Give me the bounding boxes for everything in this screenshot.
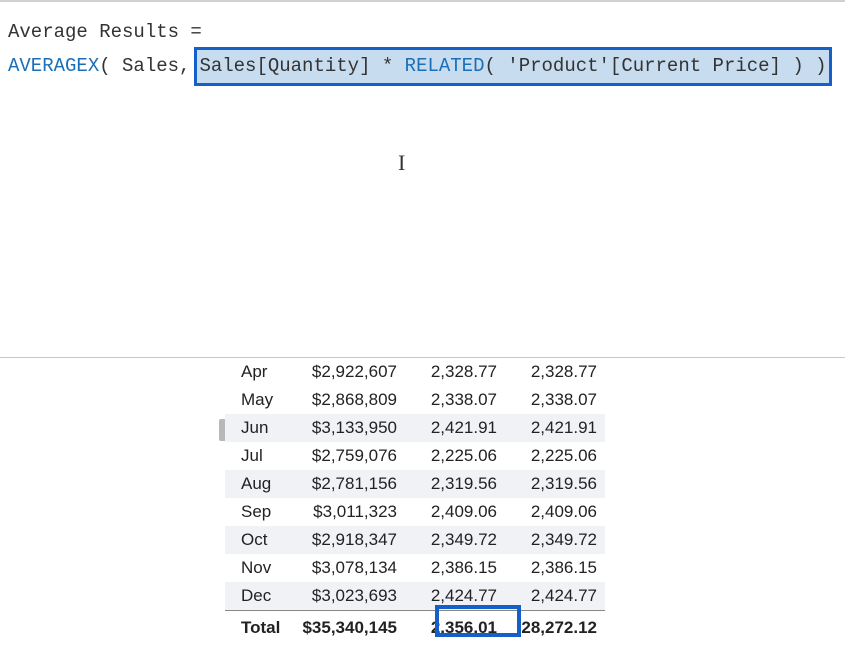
cell-total-value-1[interactable]: 2,356.01: [405, 611, 505, 643]
cell-month[interactable]: Jun: [225, 414, 290, 442]
cell-total-label[interactable]: Total: [225, 611, 290, 643]
cell-value-2[interactable]: 2,328.77: [505, 358, 605, 386]
cell-value-1[interactable]: 2,349.72: [405, 526, 505, 554]
table-row[interactable]: Jul$2,759,0762,225.062,225.06: [225, 442, 605, 470]
results-table: Apr$2,922,6072,328.772,328.77May$2,868,8…: [225, 358, 645, 642]
formula-function-related: RELATED: [405, 55, 485, 77]
cell-value-1[interactable]: 2,421.91: [405, 414, 505, 442]
table-row[interactable]: Nov$3,078,1342,386.152,386.15: [225, 554, 605, 582]
cell-value-1[interactable]: 2,409.06: [405, 498, 505, 526]
formula-measure-name: Average Results =: [8, 21, 202, 43]
cell-month[interactable]: Sep: [225, 498, 290, 526]
table-row[interactable]: May$2,868,8092,338.072,338.07: [225, 386, 605, 414]
formula-selection-highlight: Sales[Quantity] * RELATED( 'Product'[Cur…: [194, 47, 831, 85]
cell-amount[interactable]: $2,922,607: [290, 358, 405, 386]
cell-value-1[interactable]: 2,338.07: [405, 386, 505, 414]
cell-month[interactable]: Dec: [225, 582, 290, 611]
formula-expr-part2: ( 'Product'[Current Price] ) ): [485, 55, 827, 77]
cell-value-1[interactable]: 2,386.15: [405, 554, 505, 582]
cell-value-1[interactable]: 2,319.56: [405, 470, 505, 498]
cell-value-2[interactable]: 2,409.06: [505, 498, 605, 526]
table-row[interactable]: Dec$3,023,6932,424.772,424.77: [225, 582, 605, 611]
cell-value-1[interactable]: 2,328.77: [405, 358, 505, 386]
cell-month[interactable]: Aug: [225, 470, 290, 498]
cell-amount[interactable]: $2,781,156: [290, 470, 405, 498]
cell-value-2[interactable]: 2,421.91: [505, 414, 605, 442]
cell-value-1[interactable]: 2,225.06: [405, 442, 505, 470]
cell-total-value-2[interactable]: 28,272.12: [505, 611, 605, 643]
formula-line-1: Average Results =: [8, 17, 837, 47]
cell-value-2[interactable]: 2,424.77: [505, 582, 605, 611]
data-table: Apr$2,922,6072,328.772,328.77May$2,868,8…: [225, 358, 605, 642]
cell-amount[interactable]: $2,918,347: [290, 526, 405, 554]
table-row[interactable]: Aug$2,781,1562,319.562,319.56: [225, 470, 605, 498]
table-total-row[interactable]: Total$35,340,1452,356.0128,272.12: [225, 611, 605, 643]
cell-month[interactable]: Apr: [225, 358, 290, 386]
cell-value-2[interactable]: 2,319.56: [505, 470, 605, 498]
cell-month[interactable]: May: [225, 386, 290, 414]
formula-expr-part1: Sales[Quantity] *: [199, 55, 404, 77]
cell-amount[interactable]: $3,011,323: [290, 498, 405, 526]
cell-value-2[interactable]: 2,349.72: [505, 526, 605, 554]
cell-amount[interactable]: $2,759,076: [290, 442, 405, 470]
table-row[interactable]: Sep$3,011,3232,409.062,409.06: [225, 498, 605, 526]
cell-month[interactable]: Nov: [225, 554, 290, 582]
cell-value-2[interactable]: 2,225.06: [505, 442, 605, 470]
cell-value-1[interactable]: 2,424.77: [405, 582, 505, 611]
cell-amount[interactable]: $3,023,693: [290, 582, 405, 611]
cell-amount[interactable]: $3,078,134: [290, 554, 405, 582]
formula-args-open: ( Sales,: [99, 51, 190, 81]
table-row[interactable]: Jun$3,133,9502,421.912,421.91: [225, 414, 605, 442]
cell-month[interactable]: Jul: [225, 442, 290, 470]
cell-amount[interactable]: $3,133,950: [290, 414, 405, 442]
cell-value-2[interactable]: 2,386.15: [505, 554, 605, 582]
cell-total-amount[interactable]: $35,340,145: [290, 611, 405, 643]
table-row[interactable]: Oct$2,918,3472,349.722,349.72: [225, 526, 605, 554]
formula-line-2: AVERAGEX ( Sales, Sales[Quantity] * RELA…: [8, 47, 837, 85]
formula-function-averagex: AVERAGEX: [8, 51, 99, 81]
cell-amount[interactable]: $2,868,809: [290, 386, 405, 414]
formula-editor[interactable]: Average Results = AVERAGEX ( Sales, Sale…: [0, 0, 845, 101]
text-cursor-icon: I: [398, 150, 405, 176]
cell-month[interactable]: Oct: [225, 526, 290, 554]
table-row[interactable]: Apr$2,922,6072,328.772,328.77: [225, 358, 605, 386]
cell-value-2[interactable]: 2,338.07: [505, 386, 605, 414]
